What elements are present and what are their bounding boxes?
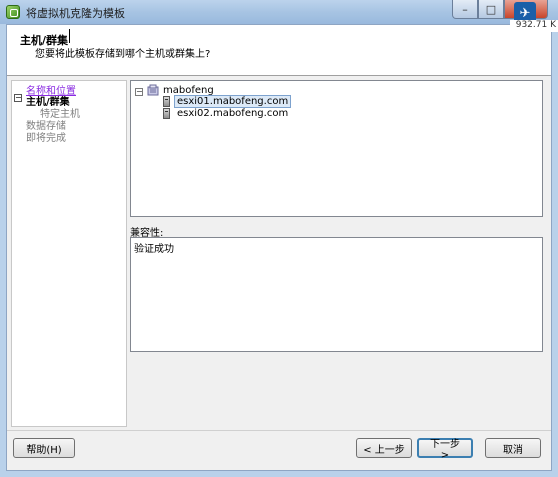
wizard-steps-nav: 名称和位置 − 主机/群集 特定主机 数据存储 即将完成 <box>11 80 127 427</box>
compatibility-box: 验证成功 <box>130 237 543 352</box>
tree-node-host[interactable]: esxi01.mabofeng.com <box>174 95 292 108</box>
app-icon <box>6 5 20 19</box>
wizard-header: 主机/群集 您要将此模板存储到哪个主机或群集上? <box>7 25 551 76</box>
back-button[interactable]: < 上一步 <box>356 438 412 458</box>
tree-node-host[interactable]: esxi02.mabofeng.com <box>175 108 290 119</box>
host-icon <box>163 96 170 107</box>
help-button[interactable]: 帮助(H) <box>13 438 75 458</box>
nav-step-ready-complete: 即将完成 <box>26 133 66 144</box>
text-cursor <box>69 29 70 43</box>
window-title: 将虚拟机克隆为模板 <box>26 7 125 20</box>
tray-speed-text: 932.71 K <box>510 20 558 32</box>
minimize-button[interactable]: – <box>452 0 478 19</box>
host-tree[interactable]: − mabofeng esxi01.mabofeng.com esxi02.ma… <box>130 80 543 217</box>
wizard-window: 主机/群集 您要将此模板存储到哪个主机或群集上? 名称和位置 − 主机/群集 特… <box>6 24 552 471</box>
host-icon <box>163 108 170 119</box>
title-bar[interactable]: 将虚拟机克隆为模板 ✈ 932.71 K – □ ✕ <box>0 0 558 32</box>
cancel-button[interactable]: 取消 <box>485 438 541 458</box>
collapse-icon[interactable]: − <box>14 94 22 102</box>
main-panel: − mabofeng esxi01.mabofeng.com esxi02.ma… <box>128 80 548 427</box>
footer-divider <box>7 430 551 431</box>
page-subtitle: 您要将此模板存储到哪个主机或群集上? <box>35 49 211 60</box>
tree-collapse-icon[interactable]: − <box>135 88 143 96</box>
datacenter-icon <box>147 84 159 96</box>
next-button[interactable]: 下一步 > <box>417 438 473 461</box>
compatibility-message: 验证成功 <box>134 244 174 255</box>
maximize-button[interactable]: □ <box>478 0 504 19</box>
